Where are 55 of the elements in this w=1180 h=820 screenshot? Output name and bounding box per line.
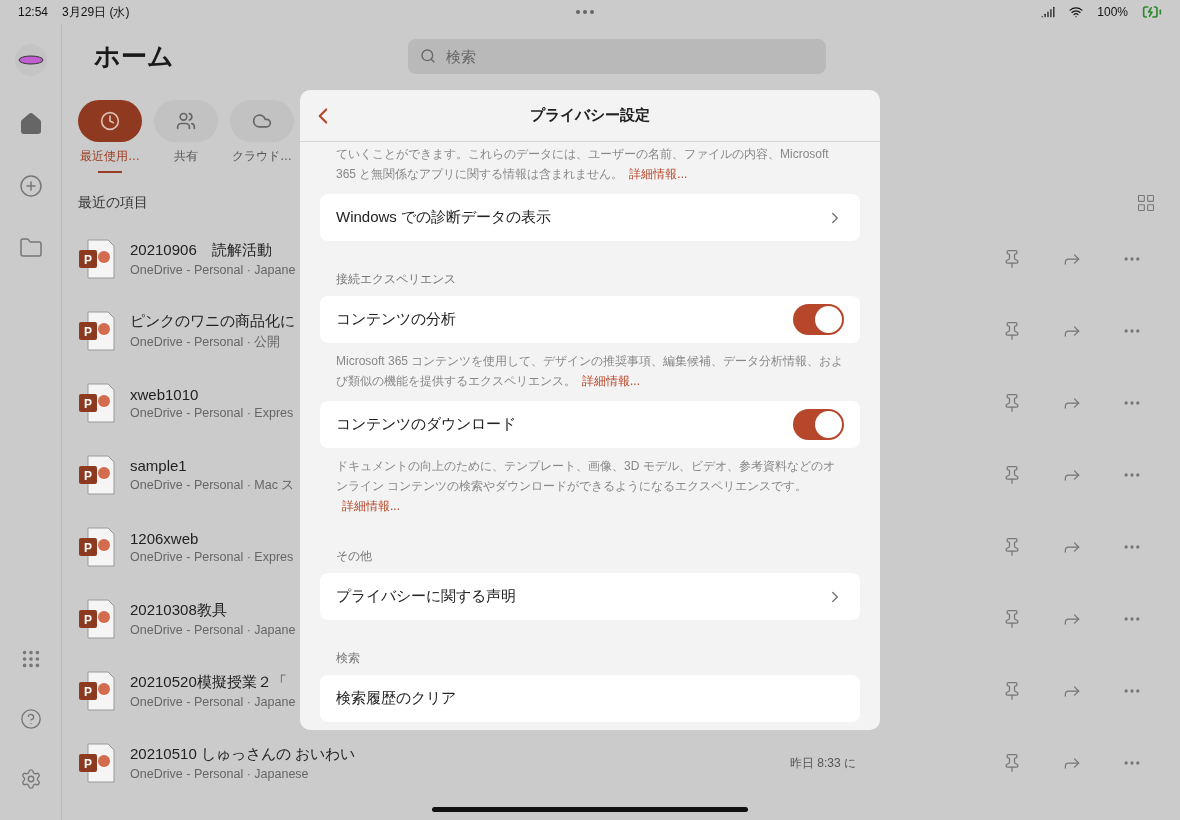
folder-icon[interactable] — [18, 236, 43, 260]
file-location: OneDrive - Personal · Japane — [130, 695, 296, 709]
dialog-title: プライバシー設定 — [529, 106, 651, 125]
file-location: OneDrive - Personal · Japane — [130, 623, 296, 637]
file-title[interactable]: 1206xweb — [130, 530, 199, 547]
section-heading: 接続エクスペリエンス — [335, 271, 457, 288]
description-text: Microsoft 365 コンテンツを使用して、デザインの推奨事項、編集候補、データ分析情報、および類似の機能を提供するエクスペリエンス。 詳細情報... — [335, 353, 845, 390]
file-location: OneDrive - Personal · Japane — [130, 263, 296, 277]
file-location: OneDrive - Personal · Expres — [130, 406, 294, 420]
file-title[interactable]: 20210308教具 — [130, 601, 227, 620]
section-title: 最近の項目 — [78, 194, 148, 212]
section-heading: その他 — [335, 548, 373, 565]
file-time: 昨日 8:33 に — [789, 754, 858, 772]
people-icon — [176, 111, 196, 131]
file-location: OneDrive - Personal · Japanese — [130, 767, 309, 781]
status-date: 3月29日 (水) — [62, 3, 130, 21]
details-link[interactable]: 詳細情報... — [582, 374, 640, 388]
settings-icon[interactable] — [19, 768, 42, 790]
help-icon[interactable] — [19, 708, 42, 730]
home-icon[interactable] — [18, 112, 43, 136]
setting-label: コンテンツの分析 — [336, 310, 456, 329]
settings-row[interactable]: 検索履歴のクリア — [320, 675, 860, 722]
file-location: OneDrive - Personal · Expres — [130, 550, 294, 564]
settings-row[interactable]: プライバシーに関する声明 — [320, 573, 860, 620]
avatar[interactable] — [14, 44, 47, 76]
signal-icon — [1041, 5, 1056, 19]
file-title[interactable]: 20210906 読解活動 — [130, 241, 272, 260]
description-text: ドキュメントの向上のために、テンプレート、画像、3D モデル、ビデオ、参考資料などのオンライン コンテンツの検索やダウンロードができるようになるエクスペリエンスです。 詳細情報... — [335, 458, 836, 515]
settings-row[interactable]: Windows での診断データの表示 — [320, 194, 860, 241]
file-title[interactable]: 20210520模擬授業２「 — [130, 673, 287, 692]
toggle-switch[interactable] — [793, 304, 844, 335]
wifi-icon — [1069, 5, 1084, 19]
file-title[interactable]: sample1 — [130, 456, 187, 474]
search-icon — [420, 48, 436, 64]
toggle-switch[interactable] — [793, 409, 844, 440]
battery-percent: 100% — [1097, 5, 1128, 19]
details-link[interactable]: 詳細情報... — [342, 499, 400, 513]
section-heading: 検索 — [335, 650, 361, 667]
cloud-icon — [252, 111, 272, 131]
add-icon[interactable] — [18, 174, 43, 198]
search-field[interactable]: 検索 — [408, 38, 826, 74]
grid-view-icon[interactable] — [1136, 193, 1156, 213]
details-link[interactable]: 詳細情報... — [629, 167, 688, 181]
page-title: ホーム — [94, 39, 175, 73]
file-location: OneDrive - Personal · Mac ス — [130, 476, 295, 494]
multitask-dots-icon[interactable] — [576, 10, 595, 14]
file-location: OneDrive - Personal · 公開 — [130, 333, 281, 351]
description-text: ていくことができます。これらのデータには、ユーザーの名前、ファイルの内容、Microsoft 365 と無関係なアプリに関する情報は含まれません。 詳細情報... — [335, 146, 830, 183]
setting-label: コンテンツのダウンロード — [336, 415, 516, 434]
search-input[interactable]: 検索 — [444, 46, 814, 66]
file-title[interactable]: xweb1010 — [130, 386, 199, 403]
clock-icon — [100, 111, 120, 131]
status-time: 12:54 — [18, 5, 49, 19]
file-title[interactable]: 20210510 しゅっさんの おいわい — [130, 745, 356, 764]
file-title[interactable]: ピンクのワニの商品化に — [130, 311, 295, 331]
